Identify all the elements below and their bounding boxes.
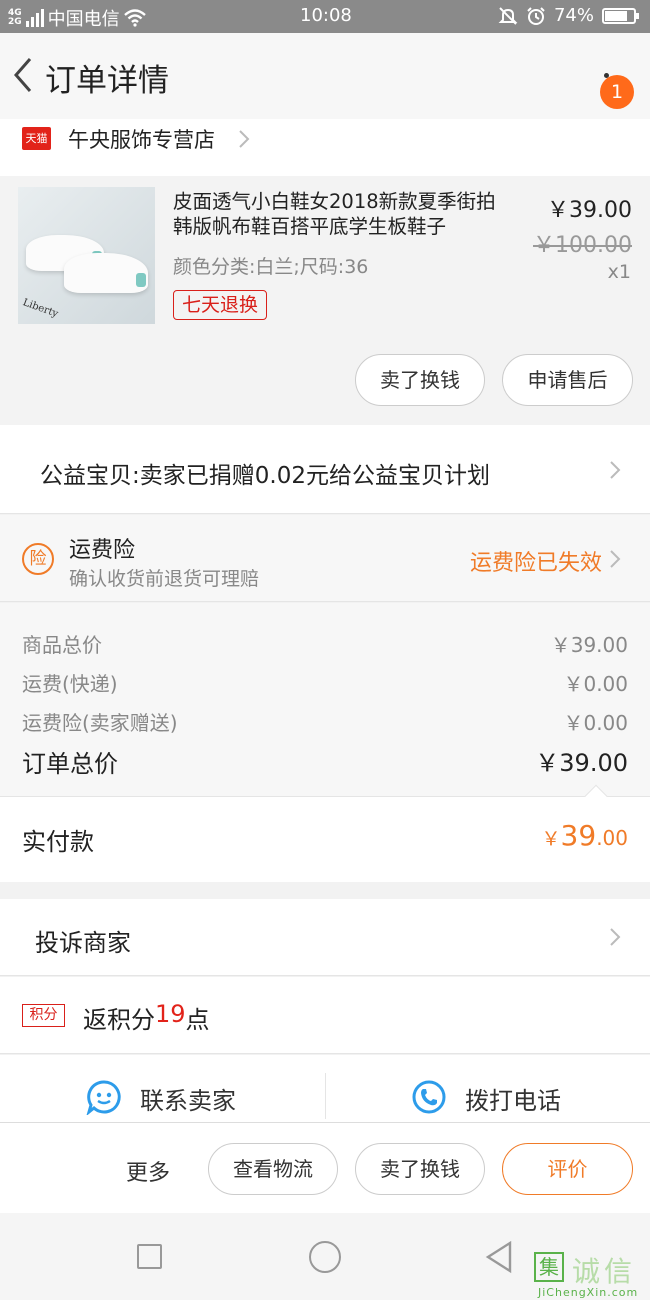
bottom-action-bar: 更多 查看物流 卖了换钱 评价 (0, 1122, 650, 1213)
product-quantity: x1 (607, 261, 631, 283)
charity-text: 公益宝贝:卖家已捐赠0.02元给公益宝贝计划 (40, 463, 490, 489)
paid-integer: 39 (560, 819, 597, 852)
status-bar: 4G 2G 中国电信 10:08 74% (0, 0, 650, 33)
wifi-icon (123, 9, 146, 27)
insurance-title: 运费险 (69, 538, 136, 563)
return-policy-tag: 七天退换 (173, 290, 268, 320)
shoe-right-shape (64, 253, 148, 293)
carrier-name: 中国电信 (47, 9, 120, 30)
page-header: 订单详情 1 (0, 33, 650, 119)
resell-button[interactable]: 卖了换钱 (355, 354, 485, 406)
paid-row: 实付款 ￥39.00 (0, 784, 650, 882)
battery-icon (602, 7, 639, 24)
nav-back-icon[interactable] (484, 1240, 514, 1274)
chevron-right-icon (610, 461, 621, 479)
watermark-url: JiChengXin.com (538, 1286, 639, 1299)
watermark-mark: 集 (534, 1252, 564, 1282)
price-breakdown: 商品总价 ￥39.00 运费(快递) ￥0.00 运费险(卖家赠送) ￥0.00… (0, 603, 650, 796)
alarm-icon (527, 6, 545, 25)
call-phone-button[interactable]: 拨打电话 (405, 1065, 595, 1121)
points-suffix: 点 (185, 1006, 210, 1034)
complaint-row[interactable]: 投诉商家 (0, 899, 650, 976)
insurance-subtitle: 确认收货前退货可理赔 (69, 568, 260, 590)
chevron-right-icon (610, 550, 621, 568)
mute-bell-icon (498, 6, 518, 25)
chevron-right-icon (610, 928, 621, 946)
product-title[interactable]: 皮面透气小白鞋女2018新款夏季街拍韩版帆布鞋百搭平底学生板鞋子 (173, 189, 513, 239)
chat-bubble-icon (86, 1080, 121, 1115)
notification-badge: 1 (600, 75, 634, 109)
product-original-price: ￥100.00 (533, 233, 632, 258)
watermark: 集 诚信 JiChengXin.com (534, 1252, 650, 1300)
subtotal-label: 商品总价 (22, 633, 102, 657)
more-actions-link[interactable]: 更多 (126, 1155, 170, 1187)
subtotal-value: ￥39.00 (550, 633, 628, 657)
shipping-insurance-row[interactable]: 险 运费险 确认收货前退货可理赔 运费险已失效 (0, 515, 650, 602)
points-icon: 积分 (22, 1004, 65, 1027)
contact-divider (325, 1073, 326, 1119)
recent-apps-icon[interactable] (137, 1244, 162, 1269)
phone-icon (412, 1080, 446, 1114)
insurance-fee-label: 运费险(卖家赠送) (22, 711, 178, 735)
paid-decimal: .00 (596, 826, 628, 850)
order-total-label: 订单总价 (22, 750, 118, 778)
points-number: 19 (155, 1000, 186, 1028)
call-phone-label: 拨打电话 (465, 1087, 561, 1115)
contact-seller-button[interactable]: 联系卖家 (80, 1065, 270, 1121)
thumb-text: Liberty (21, 297, 60, 320)
page-title: 订单详情 (45, 63, 169, 99)
watermark-text: 诚信 (572, 1255, 637, 1288)
shipping-value: ￥0.00 (563, 672, 628, 696)
chevron-right-icon (239, 130, 250, 148)
shop-name: 午央服饰专营店 (68, 128, 215, 152)
insurance-status: 运费险已失效 (469, 551, 602, 576)
network-type-2g: 2G (8, 17, 22, 27)
shipping-label: 运费(快递) (22, 672, 118, 696)
after-sale-button[interactable]: 申请售后 (502, 354, 633, 406)
product-image[interactable]: Liberty (18, 187, 155, 324)
product-sku: 颜色分类:白兰;尺码:36 (173, 256, 369, 278)
points-prefix: 返积分 (83, 1006, 155, 1034)
tmall-logo: 天猫 (22, 127, 51, 150)
shop-row[interactable]: 天猫 午央服饰专营店 (0, 119, 650, 176)
points-row: 积分 返积分 19 点 (0, 977, 650, 1054)
status-left: 4G 2G 中国电信 (8, 5, 146, 31)
battery-percent: 74% (553, 5, 594, 26)
complaint-label: 投诉商家 (35, 929, 131, 957)
resell-button-bottom[interactable]: 卖了换钱 (355, 1143, 485, 1195)
contact-row: 联系卖家 拨打电话 (0, 1055, 650, 1122)
insurance-fee-value: ￥0.00 (563, 711, 628, 735)
product-card: Liberty 皮面透气小白鞋女2018新款夏季街拍韩版帆布鞋百搭平底学生板鞋子… (0, 176, 650, 425)
contact-seller-label: 联系卖家 (140, 1087, 236, 1115)
signal-icon (25, 9, 44, 27)
status-time: 10:08 (300, 5, 352, 26)
paid-label: 实付款 (22, 828, 94, 856)
review-button[interactable]: 评价 (502, 1143, 633, 1195)
charity-row[interactable]: 公益宝贝:卖家已捐赠0.02元给公益宝贝计划 (0, 425, 650, 514)
paid-currency: ￥ (541, 828, 561, 850)
view-logistics-button[interactable]: 查看物流 (208, 1143, 338, 1195)
paid-value: ￥39.00 (542, 819, 628, 852)
network-type: 4G 2G (8, 9, 22, 27)
insurance-icon: 险 (22, 543, 54, 575)
back-arrow-icon[interactable] (10, 55, 34, 95)
status-right: 74% (498, 5, 639, 26)
order-total-value: ￥39.00 (535, 749, 628, 777)
points-text: 返积分 19 点 (83, 1000, 210, 1035)
home-icon[interactable] (309, 1241, 341, 1273)
product-price: ￥39.00 (547, 198, 632, 223)
